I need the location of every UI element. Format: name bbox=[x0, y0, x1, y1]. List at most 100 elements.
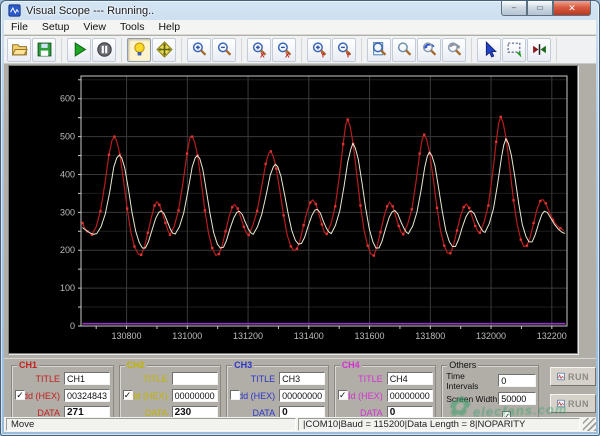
svg-text:600: 600 bbox=[60, 94, 75, 104]
ch2-title-row: TITLE bbox=[120, 371, 221, 386]
app-icon bbox=[8, 4, 21, 17]
menu-help[interactable]: Help bbox=[151, 21, 187, 33]
svg-text:0: 0 bbox=[70, 321, 75, 331]
run-button-2[interactable]: RUN bbox=[550, 394, 596, 413]
channel-legend-ch4: CH4 bbox=[339, 360, 362, 370]
zoom-page-button[interactable] bbox=[367, 37, 391, 62]
minimize-button[interactable]: – bbox=[501, 1, 527, 16]
svg-text:300: 300 bbox=[60, 207, 75, 217]
waveform-chart[interactable]: 0 100 200 300 400 500 600 130800 131000 131200 131… bbox=[8, 65, 578, 354]
svg-text:400: 400 bbox=[60, 169, 75, 179]
menu-tools[interactable]: Tools bbox=[113, 21, 152, 33]
cursor-button[interactable] bbox=[477, 37, 501, 62]
menu-file[interactable]: File bbox=[4, 21, 35, 33]
zoom-y-out-icon: Y bbox=[337, 42, 351, 58]
ch3-addr-checkbox[interactable] bbox=[230, 390, 241, 400]
ch4-addr-checkbox[interactable]: ✓ bbox=[337, 390, 348, 400]
ch3-data-label: DATA bbox=[252, 407, 276, 418]
cursor-icon bbox=[485, 41, 497, 58]
toolbar-group bbox=[7, 37, 62, 62]
ch1-title-row: TITLE bbox=[12, 371, 113, 386]
run-icon bbox=[74, 42, 86, 57]
others-field-input-1[interactable] bbox=[498, 392, 537, 405]
zoom-normal-button[interactable] bbox=[392, 37, 416, 62]
select-region-icon bbox=[507, 42, 521, 58]
ch4-title-input[interactable] bbox=[386, 372, 433, 385]
title-bar[interactable]: Visual Scope --- Running.. – ▭ ✕ bbox=[1, 1, 599, 20]
open-file-icon bbox=[11, 44, 28, 56]
close-button[interactable]: ✕ bbox=[553, 1, 591, 16]
ch2-title-input[interactable] bbox=[171, 372, 218, 385]
svg-text:Y: Y bbox=[345, 52, 350, 58]
others-panel: OthersTime IntervalsScreen Width✓ bbox=[441, 360, 540, 422]
menu-view[interactable]: View bbox=[76, 21, 113, 33]
svg-text:131600: 131600 bbox=[355, 331, 385, 341]
resize-grip[interactable] bbox=[583, 418, 596, 431]
ch4-title-label: TITLE bbox=[358, 373, 383, 384]
ch3-title-input[interactable] bbox=[279, 372, 326, 385]
ch1-data-label: DATA bbox=[37, 407, 60, 418]
ch3-addr-input[interactable] bbox=[279, 389, 326, 402]
light-icon bbox=[133, 42, 145, 56]
zoom-in-button[interactable] bbox=[187, 37, 211, 62]
svg-text:131000: 131000 bbox=[172, 331, 202, 341]
run-buttons: RUN RUN bbox=[550, 367, 596, 422]
ch4-title-row: TITLE bbox=[335, 371, 436, 386]
zoom-undo-button[interactable] bbox=[417, 37, 441, 62]
toolbar: XXYY bbox=[4, 36, 596, 64]
zoom-page-icon bbox=[372, 42, 386, 56]
ch1-title-input[interactable] bbox=[64, 372, 110, 385]
menu-setup[interactable]: Setup bbox=[35, 21, 76, 33]
zoom-out-icon bbox=[217, 42, 231, 56]
svg-text:X: X bbox=[260, 52, 265, 58]
run-button[interactable] bbox=[67, 37, 91, 62]
client-area: File Setup View Tools Help XXYY 0 100 200 300 40… bbox=[4, 20, 596, 432]
zoom-redo-button[interactable] bbox=[442, 37, 466, 62]
run-chart-icon bbox=[557, 372, 565, 381]
zoom-undo-icon bbox=[422, 42, 436, 56]
app-window: Visual Scope --- Running.. – ▭ ✕ File Setup… bbox=[0, 0, 600, 436]
open-file-button[interactable] bbox=[7, 37, 31, 62]
pause-button[interactable] bbox=[92, 37, 116, 62]
zoom-y-in-button[interactable]: Y bbox=[307, 37, 331, 62]
status-mode-text: Move bbox=[11, 419, 35, 430]
ch2-addr-input[interactable] bbox=[171, 389, 218, 402]
zoom-x-in-button[interactable]: X bbox=[247, 37, 271, 62]
pan-icon bbox=[155, 41, 173, 58]
svg-text:X: X bbox=[285, 52, 290, 58]
window-controls: – ▭ ✕ bbox=[501, 1, 591, 16]
toolbar-group bbox=[127, 37, 182, 62]
pan-button[interactable] bbox=[152, 37, 176, 62]
others-field-input-0[interactable] bbox=[498, 374, 537, 387]
run-button-1[interactable]: RUN bbox=[550, 367, 596, 386]
zoom-redo-icon bbox=[447, 42, 461, 56]
save-button[interactable] bbox=[32, 37, 56, 62]
ch3-addr-row: Add (HEX) bbox=[227, 388, 328, 403]
ch1-addr-checkbox[interactable]: ✓ bbox=[15, 390, 25, 400]
zoom-out-button[interactable] bbox=[212, 37, 236, 62]
svg-text:Y: Y bbox=[320, 52, 325, 58]
measure-markers-button[interactable] bbox=[527, 37, 551, 62]
pause-icon bbox=[96, 42, 112, 57]
toolbar-group: YY bbox=[307, 37, 362, 62]
ch1-addr-input[interactable] bbox=[64, 389, 110, 402]
svg-text:131800: 131800 bbox=[415, 331, 445, 341]
window-title: Visual Scope --- Running.. bbox=[26, 4, 155, 17]
ch2-addr-checkbox[interactable]: ✓ bbox=[122, 390, 133, 400]
select-region-button[interactable] bbox=[502, 37, 526, 62]
zoom-y-out-button[interactable]: Y bbox=[332, 37, 356, 62]
channel-controls: CH1TITLE✓Add (HEX)DATACH2TITLE✓Add (HEX)… bbox=[4, 358, 596, 422]
zoom-x-out-button[interactable]: X bbox=[272, 37, 296, 62]
measure-markers-icon bbox=[532, 44, 546, 55]
ch4-addr-input[interactable] bbox=[386, 389, 433, 402]
ch2-data-label: DATA bbox=[144, 407, 168, 418]
ch1-addr-row: ✓ Add (HEX) bbox=[12, 388, 113, 403]
zoom-y-in-icon: Y bbox=[312, 42, 326, 58]
status-left: Move bbox=[6, 418, 296, 431]
maximize-button[interactable]: ▭ bbox=[527, 1, 553, 16]
maximize-icon: ▭ bbox=[536, 3, 544, 12]
run-chart-icon bbox=[557, 399, 565, 408]
others-field-row-1: Screen Width bbox=[442, 391, 538, 406]
svg-text:100: 100 bbox=[60, 283, 75, 293]
light-button[interactable] bbox=[127, 37, 151, 62]
